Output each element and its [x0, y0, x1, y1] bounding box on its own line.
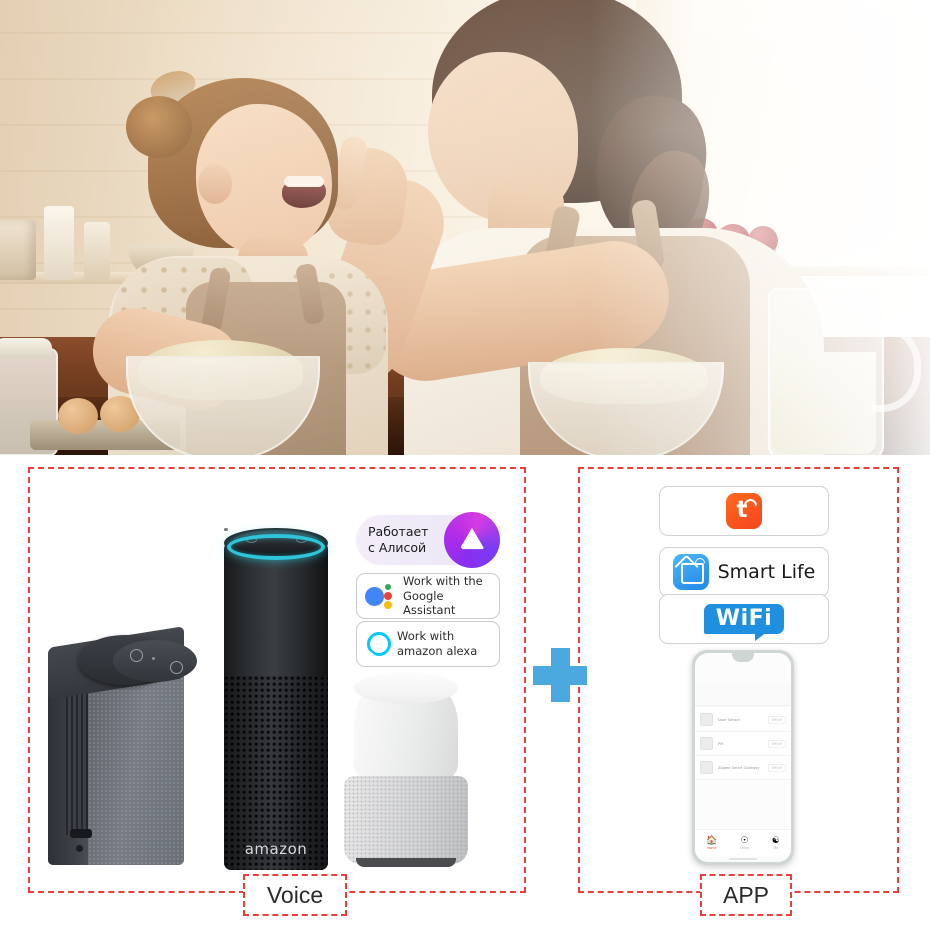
alexa-line-1: Work with	[397, 629, 455, 644]
phone-notch	[732, 653, 754, 662]
google-line-2: Google Assistant	[403, 588, 456, 618]
speaker-dial	[78, 635, 197, 685]
google-home-touch-surface	[354, 672, 458, 704]
list-item[interactable]: PIR Offline	[695, 732, 791, 756]
device-icon	[700, 737, 713, 750]
badge-wifi: WiFi	[659, 594, 829, 644]
alexa-badge-text: Work with amazon alexa	[397, 629, 477, 659]
device-name: PIR	[718, 741, 724, 746]
caption-voice: Voice	[243, 874, 347, 916]
device-status: Offline	[767, 715, 786, 724]
device-icon	[700, 761, 713, 774]
yandex-alice-icon	[444, 512, 500, 568]
nav-label-home: Home	[707, 846, 717, 850]
amazon-echo-speaker: amazon	[224, 528, 328, 870]
alice-triangle-cutout	[459, 528, 485, 550]
shelf-bottle	[44, 206, 74, 280]
badge-works-with-google-assistant: Work with the Google Assistant	[356, 573, 500, 619]
badge-tuya: t	[659, 486, 829, 536]
wifi-label: WiFi	[715, 605, 773, 631]
assistant-dot-green	[385, 584, 391, 590]
device-status: Offline	[767, 739, 786, 748]
device-name: Door Sensor	[718, 717, 741, 722]
plus-vertical-bar	[551, 648, 570, 702]
app-header	[695, 683, 791, 706]
google-home-fabric-base	[344, 776, 468, 864]
google-assistant-icon	[365, 583, 399, 609]
girl-hair-bun	[126, 96, 192, 158]
smart-life-icon	[672, 554, 709, 590]
speaker-dial-inner	[113, 640, 197, 682]
google-line-1: Work with the	[403, 573, 483, 588]
badge-works-with-alice: Работает с Алисой	[356, 512, 500, 568]
tuya-icon: t	[726, 493, 762, 529]
device-name: Zigbee Smart Gateway	[718, 765, 760, 770]
hero-photo	[0, 0, 930, 455]
phone-bottom-nav: 🏠 Home ☉ Smart ☯ Me	[695, 829, 791, 856]
assistant-dot-yellow	[384, 601, 392, 609]
glass-jar-lid	[0, 338, 52, 358]
device-status: Offline	[767, 763, 786, 772]
girl-ear	[198, 164, 232, 204]
wifi-icon: WiFi	[703, 603, 785, 642]
list-item[interactable]: Zigbee Smart Gateway Offline	[695, 756, 791, 780]
speaker-fins	[66, 685, 88, 835]
alice-badge-text: Работает с Алисой	[368, 524, 428, 555]
speaker-reset-dot	[76, 845, 83, 852]
nav-label-me: Me	[773, 846, 779, 850]
home-icon: 🏠	[706, 835, 718, 845]
nav-item-me[interactable]: ☯ Me	[771, 835, 780, 851]
alice-line-1: Работает	[368, 524, 429, 540]
badge-works-with-amazon-alexa: Work with amazon alexa	[356, 621, 500, 667]
phone-screen: Door Sensor Offline PIR Offline Zigbee S…	[695, 653, 791, 862]
alexa-line-2: amazon alexa	[397, 644, 478, 658]
phone-status-bar	[695, 667, 791, 684]
milk	[772, 352, 876, 454]
nav-item-smart[interactable]: ☉ Smart	[739, 835, 750, 851]
me-icon: ☯	[771, 835, 780, 845]
amazon-wordmark: amazon	[244, 840, 308, 858]
yandex-station-speaker	[48, 626, 197, 868]
assistant-dot-red	[384, 592, 392, 600]
alexa-ring-icon	[367, 632, 391, 656]
google-badge-text: Work with the Google Assistant	[403, 574, 499, 619]
alice-line-2: с Алисой	[368, 540, 427, 555]
product-infographic: amazon Работает с Алисой Work with the G…	[0, 0, 930, 930]
list-item[interactable]: Door Sensor Offline	[695, 708, 791, 732]
phone-home-indicator	[729, 858, 757, 860]
shelf-jar-small	[84, 222, 110, 280]
device-icon	[700, 713, 713, 726]
google-home-speaker	[344, 672, 468, 868]
power-icon	[130, 649, 143, 662]
mic-dot-icon	[152, 657, 155, 660]
smart-life-label: Smart Life	[717, 561, 816, 583]
assistant-dot-blue	[365, 587, 384, 606]
egg	[58, 398, 98, 434]
echo-mic-dot	[224, 528, 228, 531]
smart-icon: ☉	[740, 835, 749, 845]
girl-teeth	[284, 176, 324, 187]
device-list: Door Sensor Offline PIR Offline Zigbee S…	[695, 708, 791, 780]
echo-light-ring	[227, 534, 325, 560]
shelf-jar	[0, 220, 36, 280]
caption-app: APP	[700, 874, 792, 916]
smartphone-mockup: Door Sensor Offline PIR Offline Zigbee S…	[692, 650, 794, 865]
nav-item-home[interactable]: 🏠 Home	[706, 835, 718, 851]
nav-label-smart: Smart	[739, 846, 750, 850]
badge-smart-life: Smart Life	[659, 547, 829, 597]
plus-connector-icon	[533, 648, 587, 702]
speaker-port	[70, 829, 92, 838]
google-home-foot	[356, 858, 456, 867]
mute-icon	[170, 661, 183, 674]
